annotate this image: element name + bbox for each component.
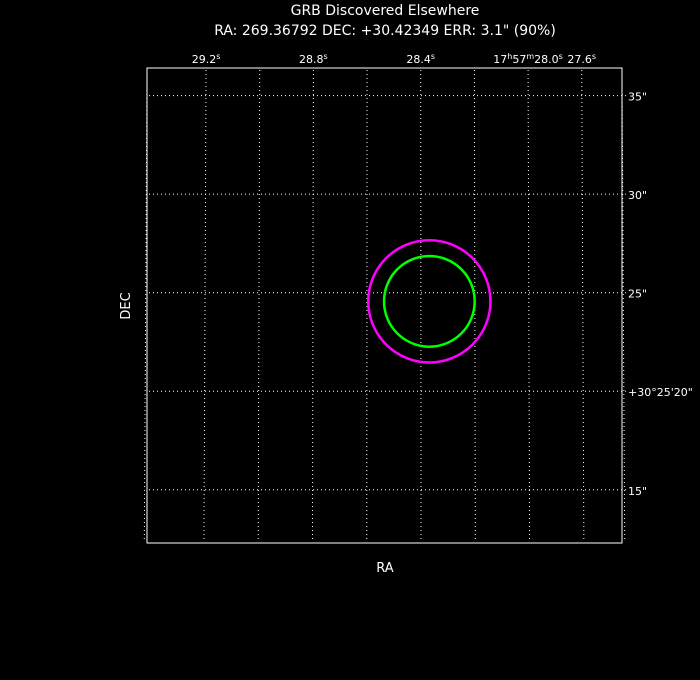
grid-line-ra	[581, 69, 585, 542]
x-tick-label: 29.2s	[192, 52, 221, 66]
y-tick-label: +30°25'20"	[628, 386, 693, 399]
error-circle-outer	[366, 239, 492, 364]
x-tick-label: 17h57m28.0s	[493, 52, 563, 66]
finding-chart: GRB Discovered Elsewhere RA: 269.36792 D…	[119, 3, 693, 576]
error-circle-inner	[382, 254, 476, 348]
x-tick-label: 28.8s	[299, 52, 328, 66]
grid-line-ra	[257, 69, 261, 542]
y-tick-label: 15"	[628, 485, 647, 498]
x-tick-label: 28.4s	[406, 52, 435, 66]
y-tick-label: 35"	[628, 91, 647, 104]
y-tick-label: 25"	[628, 288, 647, 301]
chart-subtitle: RA: 269.36792 DEC: +30.42349 ERR: 3.1" (…	[214, 23, 556, 39]
tick-labels: 29.2s 28.8s 28.4s 17h57m28.0s 27.6s 35" 30" 25"…	[192, 52, 693, 498]
grid-line-ra	[203, 69, 207, 542]
y-axis-label: DEC	[119, 292, 134, 319]
error-circles	[366, 239, 492, 364]
grid-line-ra	[311, 69, 314, 542]
chart-title: GRB Discovered Elsewhere	[291, 3, 480, 19]
x-tick-label: 27.6s	[567, 52, 596, 66]
x-axis-label: RA	[376, 561, 394, 576]
y-tick-label: 30"	[628, 189, 647, 202]
grid-line-ra	[527, 69, 531, 542]
